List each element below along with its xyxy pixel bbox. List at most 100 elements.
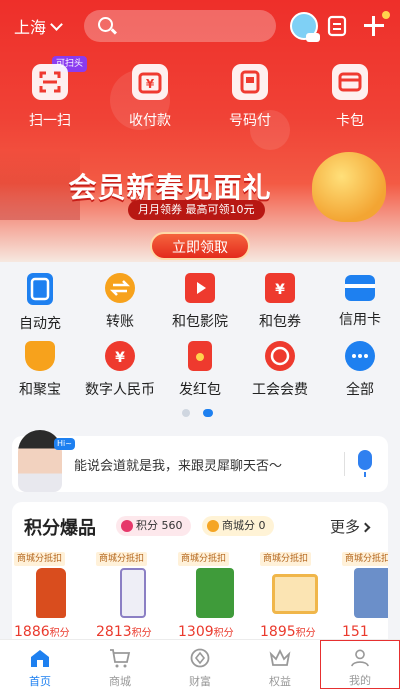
quick-action-scan[interactable]: 可扫头 扫一扫 [0, 56, 100, 134]
quick-action-number-pay[interactable]: 号码付 [200, 62, 300, 134]
product-image [272, 574, 318, 614]
city-label: 上海 [14, 18, 47, 37]
deduct-tag: 商城分抵扣 [14, 552, 66, 566]
yuan-icon: ¥ [132, 64, 168, 100]
quick-action-label: 号码付 [229, 113, 271, 129]
more-dots-icon [345, 341, 375, 371]
product-image [196, 568, 234, 618]
shopping-cart-icon [110, 649, 131, 668]
nav-mall[interactable]: 商城 [80, 640, 160, 689]
search-icon [98, 17, 113, 32]
microphone-icon[interactable] [358, 450, 372, 477]
mall-points-label: 商城分 0 [222, 519, 266, 532]
wallet-icon [332, 64, 368, 100]
service-label: 工会会费 [252, 382, 308, 398]
nav-benefits[interactable]: 权益 [240, 640, 320, 689]
chevron-down-icon [50, 17, 63, 31]
quick-action-pay[interactable]: ¥ 收付款 [100, 62, 200, 134]
nav-home[interactable]: 首页 [0, 640, 80, 689]
nav-label: 首页 [29, 675, 51, 688]
money-bag-illustration [312, 152, 386, 222]
section-title: 积分爆品 [24, 518, 96, 539]
page-dot-active [203, 409, 213, 417]
svg-text:¥: ¥ [115, 350, 125, 366]
assistant-prompt: 能说会道就是我，来跟灵犀聊天否～ [74, 459, 283, 474]
red-envelope-icon [188, 341, 212, 371]
claim-now-button[interactable]: 立即领取 [150, 232, 250, 260]
service-red-envelope[interactable]: 发红包 [160, 338, 240, 406]
top-bar: 上海 [0, 8, 400, 44]
product-price: 151 [342, 624, 369, 640]
divider [344, 452, 345, 476]
page-dot [182, 409, 190, 417]
service-auto-recharge[interactable]: 自动充 [0, 270, 80, 338]
scan-icon [32, 64, 68, 100]
nav-label: 权益 [269, 675, 291, 688]
points-balance-label: 积分 560 [136, 519, 183, 532]
add-menu-button[interactable] [362, 11, 390, 38]
product-image [36, 568, 66, 618]
product-price: 1886积分 [14, 624, 70, 640]
basket-icon [25, 341, 55, 371]
banner-subtitle: 月月领券 最高可领10元 [128, 200, 265, 220]
service-grid: 自动充 转账 和包影院 ¥ 和包券 信用卡 和聚宝 ¥ 数字人民币 发红包 工会… [0, 270, 400, 406]
service-label: 和包券 [259, 314, 301, 330]
notification-dot [382, 11, 390, 19]
product-card[interactable]: 商城分抵扣 1309积分 [176, 548, 256, 642]
hi-bubble: Hi~ [54, 438, 75, 450]
product-image [354, 568, 388, 618]
user-icon [351, 649, 369, 667]
transfer-icon [105, 273, 135, 303]
service-cinema[interactable]: 和包影院 [160, 270, 240, 338]
hero-banner-area: 上海 可扫头 扫一扫 ¥ 收付款 号码付 卡包 会员新春见面礼 月月领券 最高可… [0, 0, 400, 262]
deduct-tag: 商城分抵扣 [342, 552, 388, 566]
chevron-right-icon [360, 522, 371, 533]
service-hejubao[interactable]: 和聚宝 [0, 338, 80, 406]
service-label: 和聚宝 [19, 382, 61, 398]
mall-points-balance[interactable]: 商城分 0 [202, 516, 274, 536]
city-selector[interactable]: 上海 [14, 14, 63, 38]
product-card[interactable]: 商城分抵扣 1895积分 [258, 548, 338, 642]
vip-badge [306, 33, 320, 42]
cinema-icon [185, 273, 215, 303]
service-coupon[interactable]: ¥ 和包券 [240, 270, 320, 338]
more-label: 更多 [330, 518, 361, 536]
nav-mine[interactable]: 我的 [320, 640, 400, 689]
crown-icon [269, 648, 291, 666]
avatar[interactable] [290, 12, 320, 42]
more-link[interactable]: 更多 [330, 516, 371, 537]
nav-label: 我的 [349, 674, 371, 687]
nav-label: 商城 [109, 675, 131, 688]
quick-action-label: 扫一扫 [29, 113, 71, 129]
nav-wealth[interactable]: 财富 [160, 640, 240, 689]
product-card[interactable]: 商城分抵扣 1886积分 [12, 548, 92, 642]
service-label: 信用卡 [339, 312, 381, 328]
quick-actions: 可扫头 扫一扫 ¥ 收付款 号码付 卡包 [0, 56, 400, 134]
product-card[interactable]: 商城分抵扣 2813积分 [94, 548, 174, 642]
points-balance[interactable]: 积分 560 [116, 516, 191, 536]
message-icon[interactable] [326, 14, 348, 38]
ai-assistant-card[interactable]: Hi~ 能说会道就是我，来跟灵犀聊天否～ [12, 430, 388, 492]
service-union-fee[interactable]: 工会会费 [240, 338, 320, 406]
deduct-tag: 商城分抵扣 [178, 552, 230, 566]
service-credit-card[interactable]: 信用卡 [320, 270, 400, 338]
quick-action-card-wallet[interactable]: 卡包 [300, 62, 400, 134]
product-price: 1309积分 [178, 624, 234, 640]
product-card[interactable]: 商城分抵扣 151 [340, 548, 388, 642]
service-label: 转账 [106, 314, 134, 330]
search-bar[interactable] [84, 10, 276, 42]
points-hot-products: 积分爆品 积分 560 商城分 0 更多 商城分抵扣 1886积分 商城分抵扣 … [12, 502, 388, 642]
quick-action-label: 收付款 [129, 113, 171, 129]
svg-text:¥: ¥ [275, 282, 285, 298]
service-label: 和包影院 [172, 314, 228, 330]
phone-icon [232, 64, 268, 100]
service-label: 数字人民币 [85, 382, 155, 398]
service-transfer[interactable]: 转账 [80, 270, 160, 338]
service-row: 和聚宝 ¥ 数字人民币 发红包 工会会费 全部 [0, 338, 400, 406]
svg-text:¥: ¥ [146, 77, 155, 91]
service-all[interactable]: 全部 [320, 338, 400, 406]
product-price: 2813积分 [96, 624, 152, 640]
service-digital-rmb[interactable]: ¥ 数字人民币 [80, 338, 160, 406]
points-icon [121, 520, 133, 532]
home-icon [31, 650, 49, 667]
